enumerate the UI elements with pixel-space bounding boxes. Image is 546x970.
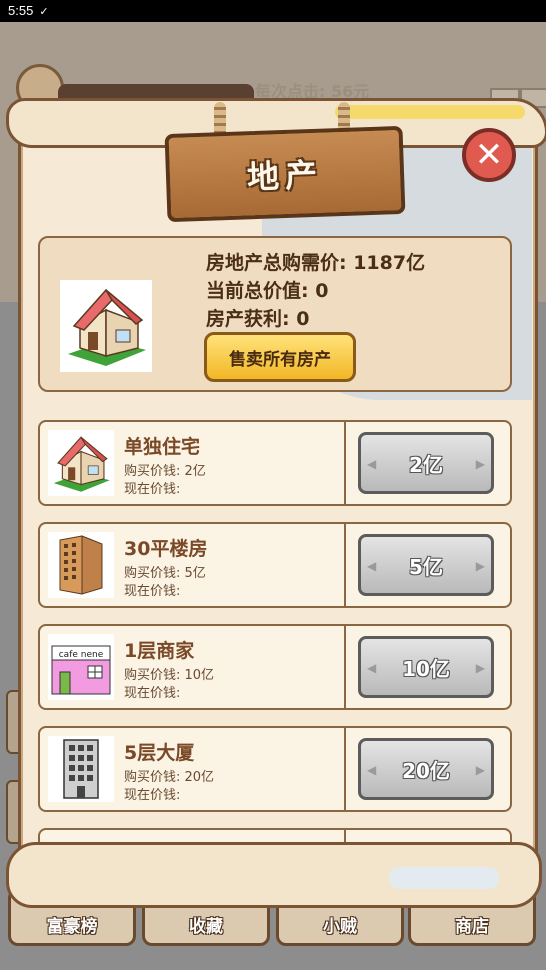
buy-button[interactable]: ◀ 5亿 ▶	[358, 534, 494, 596]
list-item: 30平楼房 购买价钱: 5亿 现在价钱: ◀ 5亿 ▶	[38, 522, 512, 608]
buy-button[interactable]: ◀ 2亿 ▶	[358, 432, 494, 494]
property-name: 1层商家	[124, 640, 195, 662]
scroll-bottom-edge	[6, 842, 542, 908]
purchase-price: 购买价钱: 2亿	[124, 464, 206, 479]
shop-sign-text: cafe nene	[59, 650, 104, 660]
summary-card: 房地产总购需价: 1187亿 当前总价值: 0 房产获利: 0 售卖所有房产	[38, 236, 512, 392]
buy-button[interactable]: ◀ 10亿 ▶	[358, 636, 494, 698]
current-price: 现在价钱:	[124, 686, 181, 701]
buy-button[interactable]: ◀ 20亿 ▶	[358, 738, 494, 800]
list-item: cafe nene 1层商家 购买价钱: 10亿 现在价钱: ◀ 10亿 ▶	[38, 624, 512, 710]
status-time: 5:55	[8, 3, 34, 18]
list-item: 5层大厦 购买价钱: 20亿 现在价钱: ◀ 20亿 ▶	[38, 726, 512, 812]
property-profit: 房产获利: 0	[206, 308, 310, 330]
close-button[interactable]: ✕	[462, 128, 516, 182]
status-bar: 5:55 ✓	[0, 0, 546, 22]
property-name: 5层大厦	[124, 742, 195, 764]
purchase-price: 购买价钱: 10亿	[124, 668, 215, 683]
page-title: 地产	[246, 155, 324, 197]
current-price: 现在价钱:	[124, 482, 181, 497]
close-icon: ✕	[474, 135, 504, 175]
current-total-value: 当前总价值: 0	[206, 280, 329, 302]
purchase-price: 购买价钱: 20亿	[124, 770, 215, 785]
shop-icon: cafe nene	[48, 634, 114, 700]
purchase-price: 购买价钱: 5亿	[124, 566, 206, 581]
property-name: 30平楼房	[124, 538, 208, 560]
check-icon: ✓	[39, 6, 49, 18]
title-sign: 地产	[164, 125, 406, 223]
office-tower-icon	[48, 736, 114, 802]
apartment-building-icon	[48, 532, 114, 598]
list-item: 单独住宅 购买价钱: 2亿 现在价钱: ◀ 2亿 ▶	[38, 420, 512, 506]
house-icon	[48, 430, 114, 496]
property-name: 单独住宅	[124, 436, 201, 458]
current-price: 现在价钱:	[124, 584, 181, 599]
total-purchase-price: 房地产总购需价: 1187亿	[206, 252, 426, 274]
sell-all-button[interactable]: 售卖所有房产	[204, 332, 356, 382]
house-icon	[60, 280, 152, 372]
current-price: 现在价钱:	[124, 788, 181, 803]
